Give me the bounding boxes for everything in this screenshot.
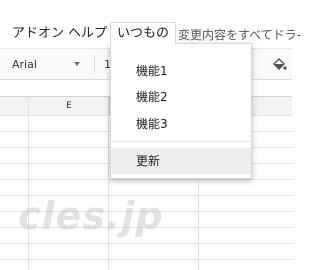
menu-itsumono[interactable]: いつもの: [110, 22, 177, 44]
menu-addons[interactable]: アドオン: [12, 26, 64, 42]
menu-bar: アドオン ヘルプ いつもの 変更内容をすべてドラ-: [0, 0, 301, 48]
grid-line: [108, 96, 109, 270]
menu-help[interactable]: ヘルプ: [68, 26, 107, 42]
menu-divider: [111, 141, 251, 142]
menu-item-update[interactable]: 更新: [111, 148, 251, 174]
watermark-logo: cles.jp: [18, 194, 164, 238]
menu-item-function-2[interactable]: 機能2: [111, 84, 251, 110]
save-status[interactable]: 変更内容をすべてドラ-: [178, 26, 301, 43]
chevron-down-icon[interactable]: [74, 62, 80, 66]
menu-item-function-3[interactable]: 機能3: [111, 111, 251, 137]
font-select[interactable]: Arial: [12, 58, 37, 71]
menu-item-function-1[interactable]: 機能1: [111, 58, 251, 84]
grid-line: [28, 96, 29, 270]
toolbar-divider: [94, 55, 95, 73]
paint-bucket-icon[interactable]: [271, 57, 287, 73]
itsumono-dropdown-menu: 機能1 機能2 機能3 更新: [110, 43, 252, 179]
column-header-e[interactable]: E: [28, 97, 110, 115]
